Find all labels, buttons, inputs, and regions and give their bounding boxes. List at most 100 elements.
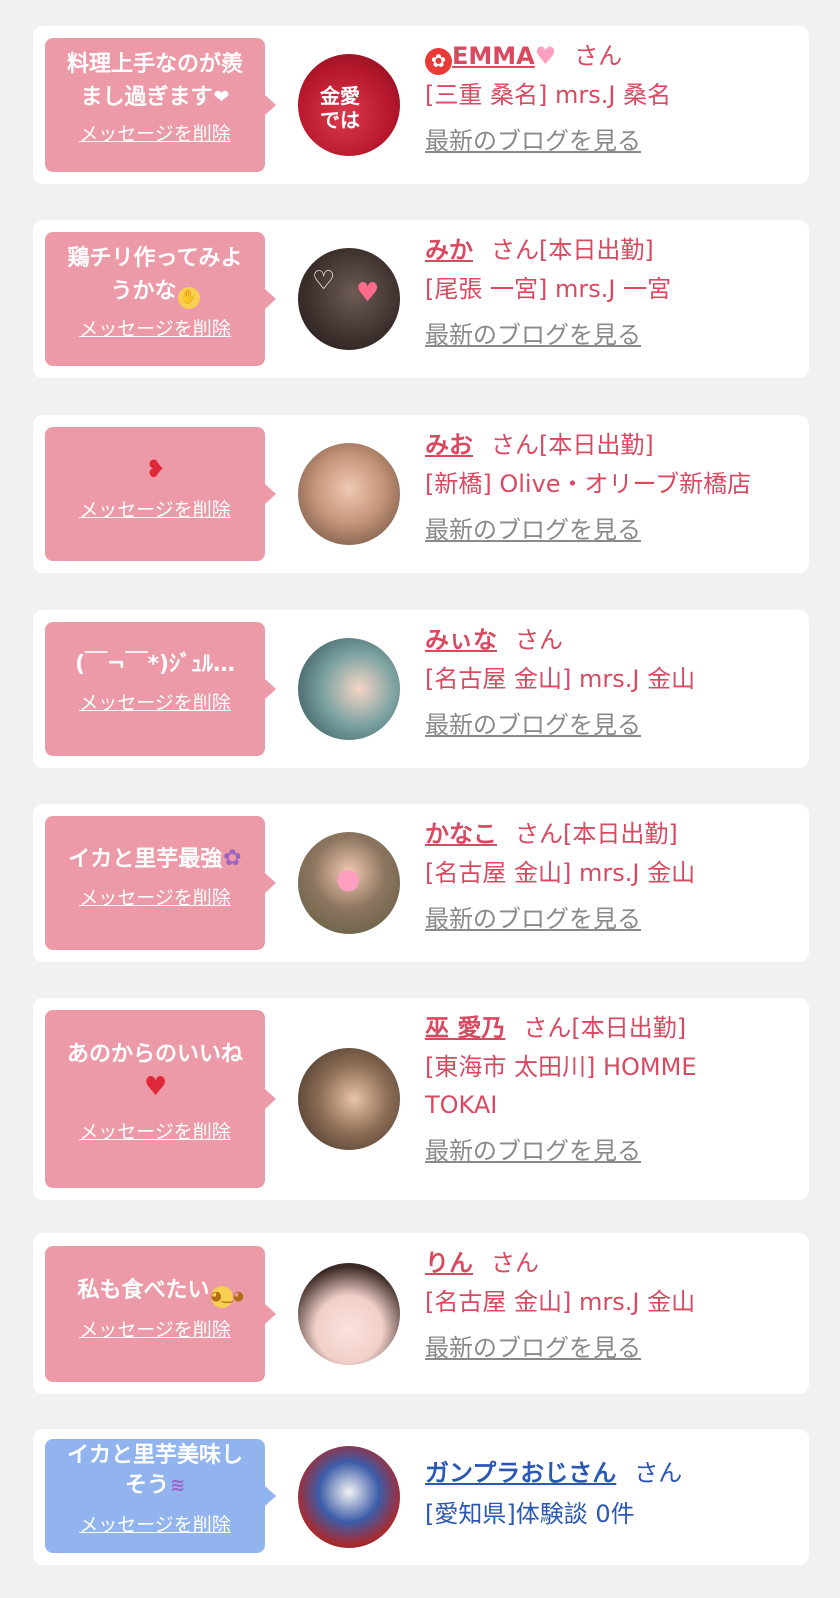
- delete-message-button[interactable]: メッセージを削除: [53, 498, 257, 522]
- honorific-status: さん[本日出勤]: [515, 820, 678, 848]
- message-card: 鶏チリ作ってみよ うかな ✋ メッセージを削除 ♡ ♥ みか さん[本日出勤] [尾…: [33, 220, 809, 378]
- profile-info: 巫 愛乃 さん[本日出勤] [東海市 太田川] HOMME TOKAI 最新のブロ…: [425, 1008, 805, 1168]
- message-text: 料理上手なのが羨 まし過ぎます❤: [53, 48, 257, 114]
- honorific-status: さん[本日出勤]: [523, 1014, 687, 1042]
- profile-info: ✿ EMMA♥ さん [三重 桑名] mrs.J 桑名 最新のブログを見る: [425, 36, 805, 158]
- name-line: みぃな さん: [425, 620, 805, 660]
- profile-name-link[interactable]: みお: [425, 431, 473, 459]
- review-count: [愛知県]体験談 0件: [425, 1500, 635, 1528]
- rose-icon: ✿: [425, 48, 452, 75]
- shop-name: [名古屋 金山] mrs.J 金山: [425, 1288, 696, 1316]
- avatar[interactable]: [298, 443, 400, 545]
- name-line: りん さん: [425, 1243, 805, 1283]
- message-bubble: 料理上手なのが羨 まし過ぎます❤ メッセージを削除: [45, 38, 276, 172]
- message-text: イカと里芋最強✿: [53, 842, 257, 876]
- shop-name: [名古屋 金山] mrs.J 金山: [425, 665, 696, 693]
- latest-blog-link[interactable]: 最新のブログを見る: [425, 1134, 805, 1168]
- profile-name-link[interactable]: みか: [425, 236, 473, 264]
- heart-sticker-icon: ♡: [312, 266, 336, 296]
- shop-name: [名古屋 金山] mrs.J 金山: [425, 859, 696, 887]
- message-bubble: 鶏チリ作ってみよ うかな ✋ メッセージを削除: [45, 232, 276, 366]
- profile-info: みか さん[本日出勤] [尾張 一宮] mrs.J 一宮 最新のブログを見る: [425, 230, 805, 352]
- profile-name-link[interactable]: 巫 愛乃: [425, 1014, 505, 1042]
- message-bubble: ❥ メッセージを削除: [45, 427, 276, 561]
- message-bubble: (￣¬￣*)ｼﾞｭﾙ… メッセージを削除: [45, 622, 276, 756]
- message-text: あのからのいいね ♥: [66, 1042, 243, 1102]
- avatar-print-text: 金愛 では: [320, 84, 360, 132]
- message-bubble: 私も食べたい◕‿◕ メッセージを削除: [45, 1246, 276, 1382]
- latest-blog-link[interactable]: 最新のブログを見る: [425, 124, 805, 158]
- name-line: 巫 愛乃 さん[本日出勤]: [425, 1008, 805, 1048]
- honorific-status: さん[本日出勤]: [491, 236, 654, 264]
- heart-with-arrow-icon: ❥: [145, 455, 166, 483]
- message-list: 料理上手なのが羨 まし過ぎます❤ メッセージを削除 金愛 では ✿ EMMA♥ さん…: [0, 0, 840, 1598]
- honorific-status: さん: [515, 626, 563, 654]
- octopus-icon: ✿: [223, 846, 242, 871]
- name-line: みお さん[本日出勤]: [425, 425, 805, 465]
- profile-info: りん さん [名古屋 金山] mrs.J 金山 最新のブログを見る: [425, 1243, 805, 1365]
- profile-name-link[interactable]: ✿ EMMA♥: [425, 42, 556, 75]
- profile-name-link[interactable]: りん: [425, 1249, 473, 1277]
- name-line: みか さん[本日出勤]: [425, 230, 805, 270]
- heart-sticker-icon: ●: [336, 862, 361, 895]
- message-card: イカと里芋最強✿ メッセージを削除 ● かなこ さん[本日出勤] [名古屋 金山]…: [33, 804, 809, 962]
- message-text: 鶏チリ作ってみよ うかな ✋: [53, 242, 257, 309]
- delete-message-button[interactable]: メッセージを削除: [53, 317, 257, 341]
- shop-name: [東海市 太田川] HOMME TOKAI: [425, 1053, 697, 1119]
- delete-message-button[interactable]: メッセージを削除: [53, 691, 257, 715]
- shop-name: [新橋] Olive・オリーブ新橋店: [425, 470, 752, 498]
- message-bubble: イカと里芋美味し そう≋ メッセージを削除: [45, 1439, 276, 1553]
- delete-message-button[interactable]: メッセージを削除: [53, 1513, 257, 1537]
- delete-message-button[interactable]: メッセージを削除: [53, 1120, 257, 1144]
- profile-name-link[interactable]: かなこ: [425, 820, 497, 848]
- message-card: 料理上手なのが羨 まし過ぎます❤ メッセージを削除 金愛 では ✿ EMMA♥ さん…: [33, 26, 809, 184]
- message-card: イカと里芋美味し そう≋ メッセージを削除 ガンプラおじさん さん [愛知県]体験…: [33, 1429, 809, 1565]
- latest-blog-link[interactable]: 最新のブログを見る: [425, 1331, 805, 1365]
- message-text: 私も食べたい◕‿◕: [53, 1274, 257, 1308]
- profile-info: みお さん[本日出勤] [新橋] Olive・オリーブ新橋店 最新のブログを見る: [425, 425, 805, 547]
- honorific-status: さん: [491, 1249, 539, 1277]
- name-line: ✿ EMMA♥ さん: [425, 36, 805, 76]
- drooling-face-icon: ≋: [169, 1475, 186, 1496]
- shop-name: [尾張 一宮] mrs.J 一宮: [425, 275, 672, 303]
- latest-blog-link[interactable]: 最新のブログを見る: [425, 902, 805, 936]
- avatar[interactable]: ●: [298, 832, 400, 934]
- avatar[interactable]: [298, 1263, 400, 1365]
- profile-info: みぃな さん [名古屋 金山] mrs.J 金山 最新のブログを見る: [425, 620, 805, 742]
- profile-info: ガンプラおじさん さん [愛知県]体験談 0件: [425, 1451, 805, 1533]
- honorific-status: さん: [634, 1459, 683, 1487]
- profile-name-link[interactable]: ガンプラおじさん: [425, 1459, 616, 1487]
- pleading-face-icon: ◕‿◕: [210, 1286, 244, 1308]
- avatar[interactable]: [298, 1048, 400, 1150]
- hand-over-mouth-face-icon: ✋: [177, 287, 200, 309]
- shop-name: [三重 桑名] mrs.J 桑名: [425, 81, 672, 109]
- latest-blog-link[interactable]: 最新のブログを見る: [425, 513, 805, 547]
- delete-message-button[interactable]: メッセージを削除: [53, 886, 257, 910]
- profile-info: かなこ さん[本日出勤] [名古屋 金山] mrs.J 金山 最新のブログを見る: [425, 814, 805, 936]
- profile-name-link[interactable]: みぃな: [425, 626, 497, 654]
- avatar[interactable]: [298, 638, 400, 740]
- honorific-status: さん[本日出勤]: [491, 431, 654, 459]
- message-card: (￣¬￣*)ｼﾞｭﾙ… メッセージを削除 みぃな さん [名古屋 金山] mrs.…: [33, 610, 809, 768]
- pink-heart-icon: ♥: [534, 42, 557, 70]
- message-card: あのからのいいね ♥ メッセージを削除 巫 愛乃 さん[本日出勤] [東海市 太田川…: [33, 998, 809, 1200]
- avatar[interactable]: ♡ ♥: [298, 248, 400, 350]
- name-line: ガンプラおじさん さん: [425, 1451, 805, 1495]
- delete-message-button[interactable]: メッセージを削除: [53, 122, 257, 146]
- red-heart-icon: ♥: [143, 1072, 168, 1102]
- honorific-status: さん: [574, 42, 623, 70]
- delete-message-button[interactable]: メッセージを削除: [53, 1318, 257, 1342]
- heart-sticker-icon: ♥: [356, 278, 380, 308]
- message-text: ❥: [53, 453, 257, 488]
- avatar[interactable]: [298, 1446, 400, 1548]
- message-text: イカと里芋美味し そう≋: [53, 1441, 257, 1501]
- avatar[interactable]: 金愛 では: [298, 54, 400, 156]
- message-text: (￣¬￣*)ｼﾞｭﾙ…: [74, 652, 236, 677]
- white-heart-icon: ❤: [213, 86, 230, 108]
- latest-blog-link[interactable]: 最新のブログを見る: [425, 318, 805, 352]
- message-bubble: イカと里芋最強✿ メッセージを削除: [45, 816, 276, 950]
- message-card: 私も食べたい◕‿◕ メッセージを削除 りん さん [名古屋 金山] mrs.J 金…: [33, 1233, 809, 1394]
- name-line: かなこ さん[本日出勤]: [425, 814, 805, 854]
- message-bubble: あのからのいいね ♥ メッセージを削除: [45, 1010, 276, 1188]
- latest-blog-link[interactable]: 最新のブログを見る: [425, 708, 805, 742]
